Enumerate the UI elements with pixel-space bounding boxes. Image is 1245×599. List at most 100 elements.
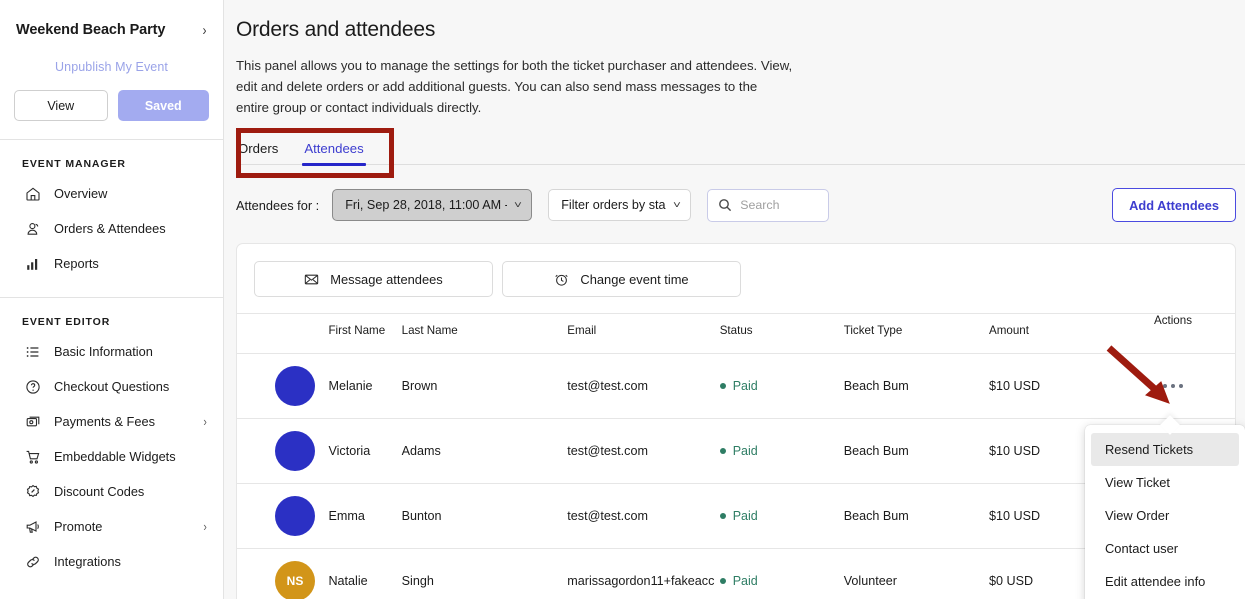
status-dot-icon bbox=[720, 383, 726, 389]
sidebar-item-label: Basic Information bbox=[54, 344, 207, 359]
search-input[interactable] bbox=[740, 198, 818, 212]
status-filter-select[interactable]: Filter orders by sta... ˅ bbox=[548, 189, 691, 221]
chevron-right-icon[interactable]: › bbox=[203, 23, 207, 38]
sidebar-item-label: Orders & Attendees bbox=[54, 221, 207, 236]
cell-email: test@test.com bbox=[567, 484, 719, 549]
row-actions-menu-button[interactable] bbox=[1158, 377, 1188, 395]
sidebar-item-embeddable-widgets[interactable]: Embeddable Widgets bbox=[0, 439, 223, 474]
page-title: Orders and attendees bbox=[233, 18, 1245, 42]
cell-last-name: Singh bbox=[402, 549, 568, 599]
th-status: Status bbox=[720, 314, 844, 354]
avatar bbox=[275, 366, 315, 406]
cell-ticket-type: Volunteer bbox=[844, 549, 989, 599]
cell-avatar bbox=[237, 419, 328, 484]
sidebar-item-basic-information[interactable]: Basic Information bbox=[0, 334, 223, 369]
cell-first-name: Melanie bbox=[328, 354, 401, 419]
avatar bbox=[275, 431, 315, 471]
chevron-down-icon: ˅ bbox=[514, 200, 522, 211]
menu-item-resend-tickets[interactable]: Resend Tickets bbox=[1091, 433, 1239, 466]
cell-status: Paid bbox=[720, 549, 844, 599]
cell-status: Paid bbox=[720, 484, 844, 549]
attendees-for-label: Attendees for : bbox=[236, 198, 319, 213]
sidebar-item-label: Embeddable Widgets bbox=[54, 449, 207, 464]
message-attendees-label: Message attendees bbox=[330, 272, 443, 287]
menu-item-view-ticket[interactable]: View Ticket bbox=[1091, 466, 1239, 499]
tabs: Orders Attendees bbox=[236, 140, 1245, 165]
status-label: Paid bbox=[733, 574, 758, 588]
status-badge: Paid bbox=[720, 574, 844, 588]
cell-amount: $10 USD bbox=[989, 354, 1111, 419]
menu-item-edit-attendee-info[interactable]: Edit attendee info bbox=[1091, 565, 1239, 598]
list-icon bbox=[24, 343, 41, 360]
alarm-clock-icon bbox=[554, 272, 569, 287]
sidebar-item-label: Checkout Questions bbox=[54, 379, 207, 394]
sidebar-item-discount-codes[interactable]: Discount Codes bbox=[0, 474, 223, 509]
cell-first-name: Natalie bbox=[328, 549, 401, 599]
cell-last-name: Bunton bbox=[402, 484, 568, 549]
sidebar: Weekend Beach Party › Unpublish My Event… bbox=[0, 0, 224, 599]
discount-icon bbox=[24, 483, 41, 500]
megaphone-icon bbox=[24, 518, 41, 535]
filter-bar: Attendees for : Fri, Sep 28, 2018, 11:00… bbox=[233, 188, 1245, 222]
table-row[interactable]: Melanie Brown test@test.com Paid Beach B… bbox=[237, 354, 1235, 419]
cell-last-name: Adams bbox=[402, 419, 568, 484]
cell-ticket-type: Beach Bum bbox=[844, 354, 989, 419]
payment-icon bbox=[24, 413, 41, 430]
cell-last-name: Brown bbox=[402, 354, 568, 419]
sidebar-item-label: Payments & Fees bbox=[54, 414, 190, 429]
change-event-time-label: Change event time bbox=[580, 272, 688, 287]
cell-status: Paid bbox=[720, 354, 844, 419]
tabs-container: Orders Attendees bbox=[233, 140, 1245, 165]
unpublish-event-link[interactable]: Unpublish My Event bbox=[55, 60, 168, 74]
menu-item-view-order[interactable]: View Order bbox=[1091, 499, 1239, 532]
status-badge: Paid bbox=[720, 379, 844, 393]
menu-item-contact-user[interactable]: Contact user bbox=[1091, 532, 1239, 565]
main-content: Orders and attendees This panel allows y… bbox=[224, 0, 1245, 599]
status-label: Paid bbox=[733, 444, 758, 458]
cell-status: Paid bbox=[720, 419, 844, 484]
unpublish-row: Unpublish My Event bbox=[0, 44, 223, 86]
chevron-right-icon[interactable]: › bbox=[203, 414, 206, 429]
tab-orders[interactable]: Orders bbox=[236, 141, 280, 165]
sidebar-section-event-editor-label: EVENT EDITOR bbox=[0, 298, 223, 334]
search-icon bbox=[718, 198, 732, 212]
th-first-name: First Name bbox=[328, 314, 401, 354]
sidebar-item-checkout-questions[interactable]: Checkout Questions bbox=[0, 369, 223, 404]
sidebar-item-overview[interactable]: Overview bbox=[0, 176, 223, 211]
cell-avatar bbox=[237, 484, 328, 549]
message-attendees-button[interactable]: Message attendees bbox=[254, 261, 493, 297]
th-actions: Actions bbox=[1111, 314, 1235, 354]
event-date-select[interactable]: Fri, Sep 28, 2018, 11:00 AM - ... ˅ bbox=[332, 189, 532, 221]
th-email: Email bbox=[567, 314, 719, 354]
tab-attendees[interactable]: Attendees bbox=[302, 141, 365, 165]
add-attendees-button[interactable]: Add Attendees bbox=[1112, 188, 1236, 222]
th-amount: Amount bbox=[989, 314, 1111, 354]
cart-icon bbox=[24, 448, 41, 465]
sidebar-item-payments-fees[interactable]: Payments & Fees › bbox=[0, 404, 223, 439]
search-box[interactable] bbox=[707, 189, 829, 222]
sidebar-item-promote[interactable]: Promote › bbox=[0, 509, 223, 544]
view-button[interactable]: View bbox=[14, 90, 108, 121]
home-icon bbox=[24, 185, 41, 202]
envelope-icon bbox=[304, 272, 319, 287]
status-badge: Paid bbox=[720, 509, 844, 523]
sidebar-item-reports[interactable]: Reports bbox=[0, 246, 223, 281]
avatar bbox=[275, 496, 315, 536]
page-description: This panel allows you to manage the sett… bbox=[233, 55, 793, 118]
cell-email: test@test.com bbox=[567, 354, 719, 419]
sidebar-item-orders-attendees[interactable]: Orders & Attendees bbox=[0, 211, 223, 246]
event-action-buttons: View Saved bbox=[0, 86, 223, 121]
th-ticket-type: Ticket Type bbox=[844, 314, 989, 354]
bulk-actions-row: Message attendees Change event time bbox=[237, 244, 1235, 313]
row-actions-dropdown: Resend Tickets View Ticket View Order Co… bbox=[1085, 425, 1245, 599]
cell-first-name: Victoria bbox=[328, 419, 401, 484]
cell-ticket-type: Beach Bum bbox=[844, 484, 989, 549]
sidebar-item-integrations[interactable]: Integrations bbox=[0, 544, 223, 579]
event-header[interactable]: Weekend Beach Party › bbox=[0, 0, 223, 44]
change-event-time-button[interactable]: Change event time bbox=[502, 261, 741, 297]
chevron-down-icon: ˅ bbox=[673, 200, 681, 211]
saved-button[interactable]: Saved bbox=[118, 90, 210, 121]
bar-chart-icon bbox=[24, 255, 41, 272]
cell-avatar bbox=[237, 354, 328, 419]
chevron-right-icon[interactable]: › bbox=[203, 519, 206, 534]
